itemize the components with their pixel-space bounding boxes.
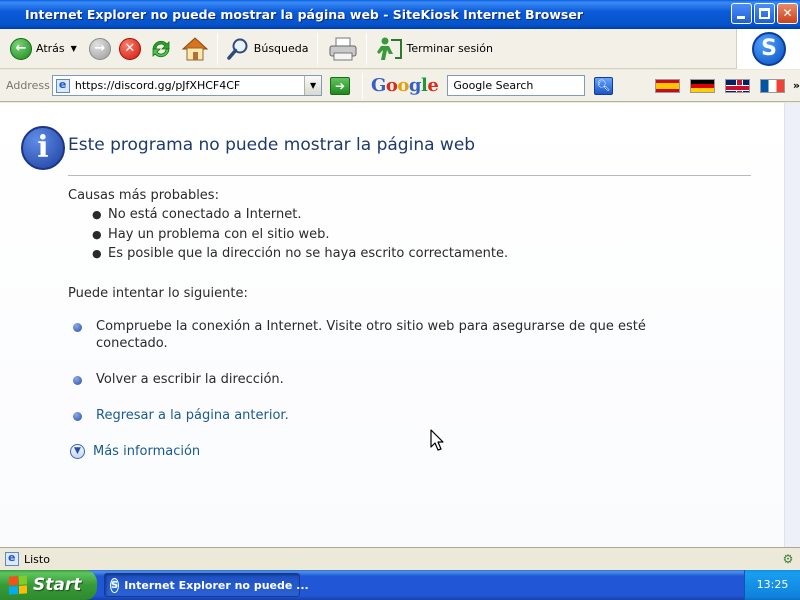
magnifier-icon [227, 38, 248, 60]
address-url: https://discord.gg/pJfXHCF4CF [74, 79, 241, 92]
try-item-more-info: ▼ Más información [70, 443, 200, 460]
search-label: Búsqueda [253, 42, 309, 55]
taskbar-window-label: Internet Explorer no puede ... [124, 578, 309, 592]
page-title: Este programa no puede mostrar la página… [68, 135, 476, 155]
end-session-label: Terminar sesión [406, 42, 493, 55]
cause-item: ● Es posible que la dirección no se haya … [92, 246, 509, 261]
search-button[interactable]: Búsqueda [222, 32, 313, 66]
system-tray-clock: 13:25 [744, 570, 800, 600]
try-heading: Puede intentar lo siguiente: [68, 286, 248, 301]
browser-toolbar: ← Atrás ▼ → ✕ Búsqueda Terminar sesión [0, 29, 800, 69]
causes-heading: Causas más probables: [68, 188, 219, 203]
minimize-icon [737, 16, 745, 19]
minimize-button[interactable] [731, 3, 752, 24]
germany-flag-icon[interactable] [689, 78, 715, 93]
print-button[interactable] [324, 32, 362, 66]
google-search-input[interactable]: Google Search [447, 75, 585, 96]
windows-logo-icon [9, 575, 27, 595]
bullet-icon: ● [92, 208, 102, 221]
go-back-link[interactable]: Regresar a la página anterior. [96, 407, 289, 424]
address-label: Address [6, 79, 50, 92]
blue-bullet-icon [73, 412, 82, 421]
go-arrow-icon: ➔ [335, 78, 346, 93]
window-title: Internet Explorer no puede mostrar la pá… [25, 7, 583, 22]
toolbar-separator [216, 32, 218, 65]
home-icon [181, 36, 209, 60]
page-status-icon [5, 551, 19, 566]
bullet-icon: ● [92, 227, 102, 241]
uk-flag-icon[interactable] [724, 78, 750, 93]
refresh-button[interactable] [145, 32, 177, 66]
start-label: Start [33, 575, 82, 595]
address-input[interactable]: https://discord.gg/pJfXHCF4CF ▼ [51, 75, 323, 96]
blue-bullet-icon [73, 376, 82, 385]
back-button[interactable]: ← Atrás ▼ [6, 32, 81, 66]
end-session-button[interactable]: Terminar sesión [371, 32, 497, 66]
home-button[interactable] [177, 32, 213, 66]
france-flag-icon[interactable] [759, 78, 785, 93]
stop-icon: ✕ [118, 37, 141, 60]
vertical-scrollbar[interactable] [784, 103, 800, 547]
try-item-retype-address: Volver a escribir la dirección. [73, 371, 284, 388]
causes-list: ● No está conectado a Internet. ● Hay un p… [92, 207, 508, 266]
cause-item: ● Hay un problema con el sitio web. [92, 226, 330, 242]
taskbar-window-button[interactable]: S Internet Explorer no puede ... [104, 573, 309, 597]
taskbar: Start S Internet Explorer no puede ... 1… [0, 570, 800, 600]
google-logo: Google [371, 75, 439, 96]
address-separator [362, 72, 364, 99]
try-item-go-back: Regresar a la página anterior. [73, 407, 289, 424]
info-icon: i [21, 126, 65, 170]
close-button[interactable]: ✕ [777, 3, 798, 24]
back-label: Atrás [36, 42, 65, 55]
page-icon [55, 78, 70, 93]
stop-button[interactable]: ✕ [115, 32, 145, 66]
sitekiosk-logo-icon: S [752, 32, 786, 66]
toolbar-separator [365, 32, 367, 65]
blue-bullet-icon [73, 323, 82, 332]
go-button[interactable]: ➔ [330, 76, 351, 95]
bullet-icon: ● [92, 247, 102, 260]
back-arrow-icon: ← [10, 37, 32, 60]
google-search-button[interactable]: 🔍︎ [593, 76, 613, 95]
language-flags [654, 78, 785, 93]
window-controls: ✕ [731, 3, 798, 24]
expand-chevron-icon[interactable]: ▼ [70, 444, 85, 459]
spain-flag-icon[interactable] [654, 78, 680, 93]
maximize-button[interactable] [754, 3, 775, 24]
more-chevron-icon[interactable]: » [793, 79, 800, 92]
title-divider [68, 175, 751, 176]
mouse-cursor-icon [430, 429, 444, 451]
forward-button[interactable]: → [85, 32, 115, 66]
title-bar: Internet Explorer no puede mostrar la pá… [0, 0, 800, 29]
try-item-check-connection: Compruebe la conexión a Internet. Visite… [73, 318, 713, 352]
toolbar-separator [316, 32, 318, 65]
address-dropdown-icon[interactable]: ▼ [304, 76, 322, 95]
refresh-icon [152, 40, 170, 57]
printer-icon [329, 37, 356, 60]
address-bar: Address https://discord.gg/pJfXHCF4CF ▼ … [0, 70, 800, 102]
back-dropdown-icon[interactable]: ▼ [71, 44, 77, 53]
start-button[interactable]: Start [0, 570, 97, 600]
cause-item: ● No está conectado a Internet. [92, 207, 302, 222]
maximize-icon [759, 8, 770, 19]
network-icon: ⚙ [782, 552, 794, 566]
sitekiosk-icon: S [110, 577, 120, 593]
forward-arrow-icon: → [88, 37, 111, 60]
end-session-icon [376, 37, 402, 60]
status-text: Listo [24, 552, 50, 566]
status-bar: Listo ⚙ [0, 547, 800, 570]
close-icon: ✕ [782, 6, 793, 20]
more-info-link[interactable]: Más información [93, 443, 200, 460]
search-icon: 🔍︎ [596, 78, 611, 92]
